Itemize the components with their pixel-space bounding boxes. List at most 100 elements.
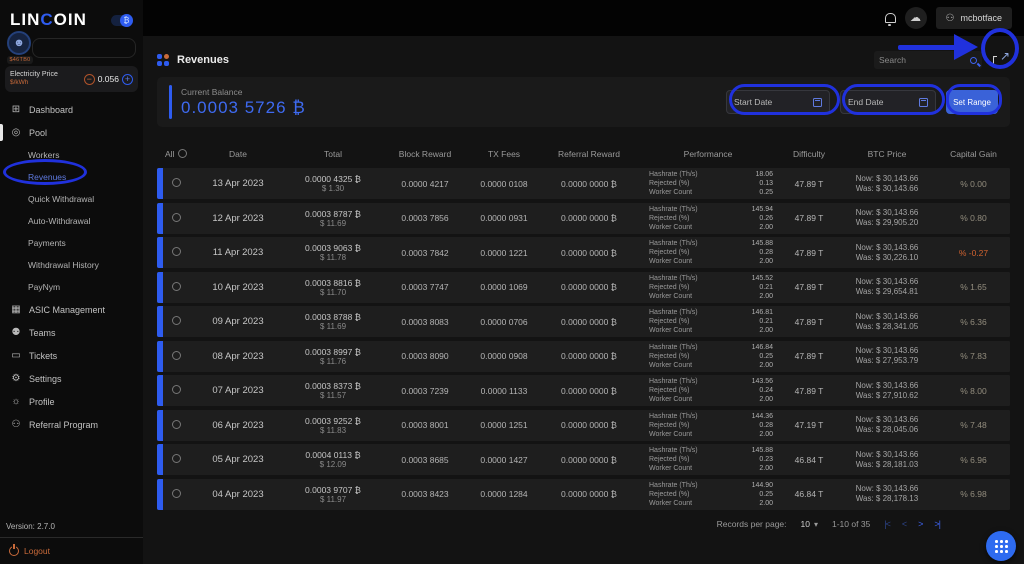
sidebar-subitem[interactable]: Auto-Withdrawal	[0, 210, 143, 232]
apps-grid-fab-button[interactable]	[986, 531, 1016, 561]
balance-value: 0.0003 5726 ₿	[181, 97, 306, 117]
sidebar-item-label: Settings	[29, 373, 62, 384]
sidebar-item-asic-management[interactable]: ▦ ASIC Management	[0, 298, 143, 321]
table-row: 11 Apr 2023 0.0003 9063 ₿ $ 11.78 0.0003…	[157, 237, 1010, 268]
last-page-icon[interactable]: >|	[934, 519, 941, 529]
balance-accent-bar	[169, 85, 172, 119]
table-row: 08 Apr 2023 0.0003 8997 ₿ $ 11.76 0.0003…	[157, 340, 1010, 372]
pool-subnav: Workers Revenues Quick Withdrawal Auto-W…	[0, 144, 143, 298]
electricity-price-unit: $/kWh	[10, 79, 29, 87]
records-per-page-label: Records per page:	[716, 519, 787, 529]
sidebar-subitem[interactable]: Payments	[0, 232, 143, 254]
sidebar-item-referral-program[interactable]: ⚇ Referral Program	[0, 413, 143, 436]
sidebar-item-label: Pool	[29, 127, 48, 138]
prev-page-icon[interactable]: <	[902, 519, 907, 529]
row-radio[interactable]	[172, 178, 181, 187]
row-difficulty: 47.89 T	[794, 247, 824, 258]
header-total: Total	[324, 148, 342, 159]
table-row: 05 Apr 2023 0.0004 0113 ₿ $ 12.09 0.0003…	[157, 444, 1010, 475]
next-page-icon[interactable]: >	[918, 519, 923, 529]
row-capital-gain: % 7.48	[960, 420, 987, 430]
end-date-input[interactable]: End Date	[840, 90, 936, 114]
row-performance: Hashrate (Th/s) Rejected (%) Worker Coun…	[649, 171, 773, 196]
row-radio[interactable]	[172, 316, 181, 325]
sidebar-subitem[interactable]: Withdrawal History	[0, 254, 143, 276]
electricity-minus-button[interactable]: −	[83, 73, 95, 85]
electricity-plus-button[interactable]: +	[122, 73, 133, 85]
search-icon[interactable]	[970, 56, 977, 64]
row-performance: Hashrate (Th/s) Rejected (%) Worker Coun…	[649, 378, 773, 403]
row-radio[interactable]	[172, 247, 181, 256]
row-tx-fees: 0.0000 1251	[480, 420, 528, 430]
row-radio[interactable]	[172, 488, 181, 498]
records-per-page-select[interactable]: 10 ▾	[801, 519, 818, 529]
first-page-icon[interactable]: |<	[884, 519, 891, 529]
sidebar-item-profile[interactable]: ☼ Profile	[0, 390, 143, 413]
row-btc-price: Now: $ 30,143.66 Was: $ 29,654.81	[855, 277, 919, 296]
currency-toggle[interactable]: ₿	[111, 13, 133, 27]
sidebar-subitem[interactable]: Quick Withdrawal	[0, 188, 143, 210]
header-difficulty: Difficulty	[793, 148, 825, 159]
electricity-price-label: Electricity Price	[10, 71, 58, 79]
row-referral-reward: 0.0000 0000 ₿	[561, 420, 617, 430]
row-performance: Hashrate (Th/s) Rejected (%) Worker Coun…	[649, 205, 773, 231]
row-block-reward: 0.0003 7239	[401, 385, 449, 396]
sidebar-subitem[interactable]: Workers	[0, 144, 143, 166]
referral-icon: ⚇	[11, 419, 21, 430]
row-btc-price: Now: $ 30,143.66 Was: $ 28,045.06	[855, 415, 919, 434]
row-block-reward: 0.0003 8090	[401, 351, 449, 361]
table-row: 09 Apr 2023 0.0003 8788 ₿ $ 11.69 0.0003…	[157, 306, 1010, 337]
row-block-reward: 0.0003 7856	[401, 213, 449, 223]
row-radio[interactable]	[172, 419, 181, 429]
row-radio[interactable]	[172, 385, 181, 394]
pool-icon: ◎	[11, 127, 21, 138]
row-referral-reward: 0.0000 0000 ₿	[561, 351, 617, 361]
sidebar-subitem[interactable]: PayNym	[0, 276, 143, 298]
row-total: 0.0003 8787 ₿ $ 11.69	[305, 208, 361, 228]
pagination: |< < > >|	[884, 519, 941, 529]
row-difficulty: 47.89 T	[794, 213, 824, 223]
row-tx-fees: 0.0000 1133	[480, 385, 528, 396]
sidebar: LINCOIN ₿ ☻ $46TB0 Electricity Price $/k…	[0, 0, 143, 564]
table-row: 13 Apr 2023 0.0000 4325 ₿ $ 1.30 0.0000 …	[157, 168, 1010, 199]
app-window: LINCOIN ₿ ☻ $46TB0 Electricity Price $/k…	[0, 0, 1024, 564]
row-referral-reward: 0.0000 0000 ₿	[561, 247, 617, 258]
row-total: 0.0003 9252 ₿ $ 11.83	[305, 415, 361, 435]
avatar[interactable]: ☻	[7, 31, 31, 55]
cloud-icon[interactable]: ☁	[904, 7, 927, 29]
set-range-button[interactable]: Set Range	[946, 90, 998, 114]
row-capital-gain: % 6.98	[960, 489, 987, 499]
export-button[interactable]: ↗	[992, 49, 1010, 69]
select-all-radio[interactable]	[178, 149, 188, 158]
row-radio[interactable]	[172, 350, 181, 360]
row-block-reward: 0.0000 4217	[401, 178, 449, 189]
start-date-input[interactable]: Start Date	[726, 90, 830, 114]
table-row: 07 Apr 2023 0.0003 8373 ₿ $ 11.57 0.0003…	[157, 375, 1010, 406]
row-date: 13 Apr 2023	[212, 178, 264, 189]
row-capital-gain: % 6.96	[960, 454, 987, 465]
row-capital-gain: % 1.65	[960, 282, 987, 292]
sidebar-item-settings[interactable]: ⚙ Settings	[0, 367, 143, 390]
settings-icon: ⚙	[11, 373, 21, 384]
row-referral-reward: 0.0000 0000 ₿	[561, 454, 617, 465]
row-capital-gain: % 8.00	[960, 385, 987, 396]
tickets-icon: ▭	[11, 350, 21, 361]
sidebar-subitem[interactable]: Revenues	[0, 166, 143, 188]
logout-button[interactable]: Logout	[0, 538, 143, 564]
row-btc-price: Now: $ 30,143.66 Was: $ 28,341.05	[855, 311, 919, 331]
row-radio[interactable]	[172, 281, 181, 291]
row-referral-reward: 0.0000 0000 ₿	[561, 213, 617, 223]
row-radio[interactable]	[172, 454, 181, 463]
row-btc-price: Now: $ 30,143.66 Was: $ 30,226.10	[855, 242, 919, 262]
notifications-bell-icon[interactable]	[884, 13, 896, 26]
row-tx-fees: 0.0000 1427	[480, 454, 528, 465]
row-date: 11 Apr 2023	[212, 247, 264, 258]
row-radio[interactable]	[172, 212, 181, 222]
sidebar-item-dashboard[interactable]: ⊞ Dashboard	[0, 98, 143, 121]
sidebar-item-pool[interactable]: ◎ Pool	[0, 121, 143, 144]
row-difficulty: 46.84 T	[794, 454, 824, 465]
user-menu-button[interactable]: ⚇ mcbotface	[935, 7, 1012, 29]
sidebar-item-teams[interactable]: ⚉ Teams	[0, 321, 143, 344]
search-input[interactable]	[879, 55, 970, 65]
sidebar-item-tickets[interactable]: ▭ Tickets	[0, 344, 143, 367]
